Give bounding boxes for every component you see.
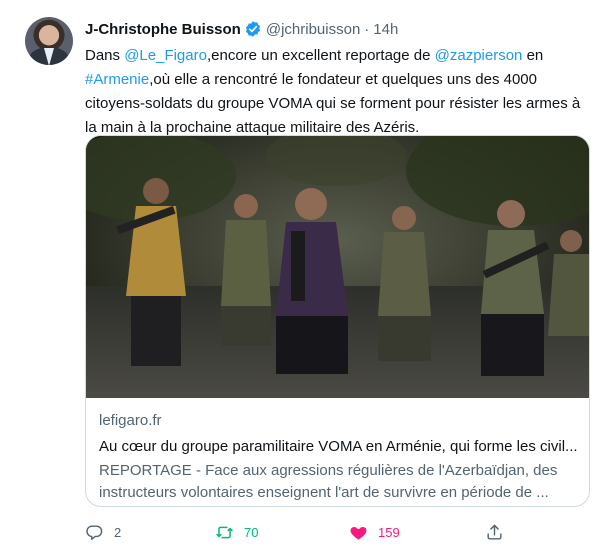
tweet-actions: 2 70 159	[85, 520, 590, 544]
card-body: lefigaro.fr Au cœur du groupe paramilita…	[99, 410, 577, 504]
reply-count: 2	[114, 524, 122, 540]
retweet-count: 70	[244, 524, 259, 540]
card-description: REPORTAGE - Face aux agressions régulièr…	[99, 462, 558, 501]
mention-le-figaro[interactable]: @Le_Figaro	[124, 47, 207, 64]
tweet-text: Dans @Le_Figaro,encore un excellent repo…	[85, 44, 590, 140]
share-icon	[487, 524, 502, 540]
tweet-text-part: en	[522, 47, 544, 64]
card-image	[86, 136, 589, 398]
verified-badge-icon	[245, 21, 260, 37]
mention-zazpierson[interactable]: @zazpierson	[435, 47, 523, 64]
reply-icon	[86, 524, 103, 540]
link-card[interactable]: lefigaro.fr Au cœur du groupe paramilita…	[85, 135, 590, 507]
header-separator: ·	[364, 20, 370, 38]
tweet-timestamp[interactable]: 14h	[373, 21, 398, 38]
tweet-header: J-Christophe Buisson @jchribuisson · 14h	[85, 20, 398, 38]
hashtag-armenie[interactable]: #Armenie	[85, 71, 149, 88]
retweet-icon	[216, 526, 233, 538]
author-handle[interactable]: @jchribuisson	[266, 21, 360, 38]
tweet-text-part: ,où elle a rencontré le fondateur et que…	[85, 71, 581, 136]
share-button[interactable]	[485, 520, 514, 544]
card-title[interactable]: Au cœur du groupe paramilitaire VOMA en …	[99, 436, 577, 458]
like-button[interactable]: 159	[349, 520, 400, 544]
reply-button[interactable]: 2	[85, 520, 121, 544]
like-count: 159	[378, 524, 400, 540]
retweet-button[interactable]: 70	[215, 520, 258, 544]
card-domain: lefigaro.fr	[99, 412, 162, 429]
tweet[interactable]: J-Christophe Buisson @jchribuisson · 14h…	[0, 0, 613, 556]
avatar[interactable]	[25, 17, 73, 65]
tweet-text-part: Dans	[85, 47, 125, 64]
like-icon	[350, 526, 367, 540]
tweet-text-part: ,encore un excellent reportage de	[206, 47, 435, 64]
author-name[interactable]: J-Christophe Buisson	[85, 21, 241, 38]
